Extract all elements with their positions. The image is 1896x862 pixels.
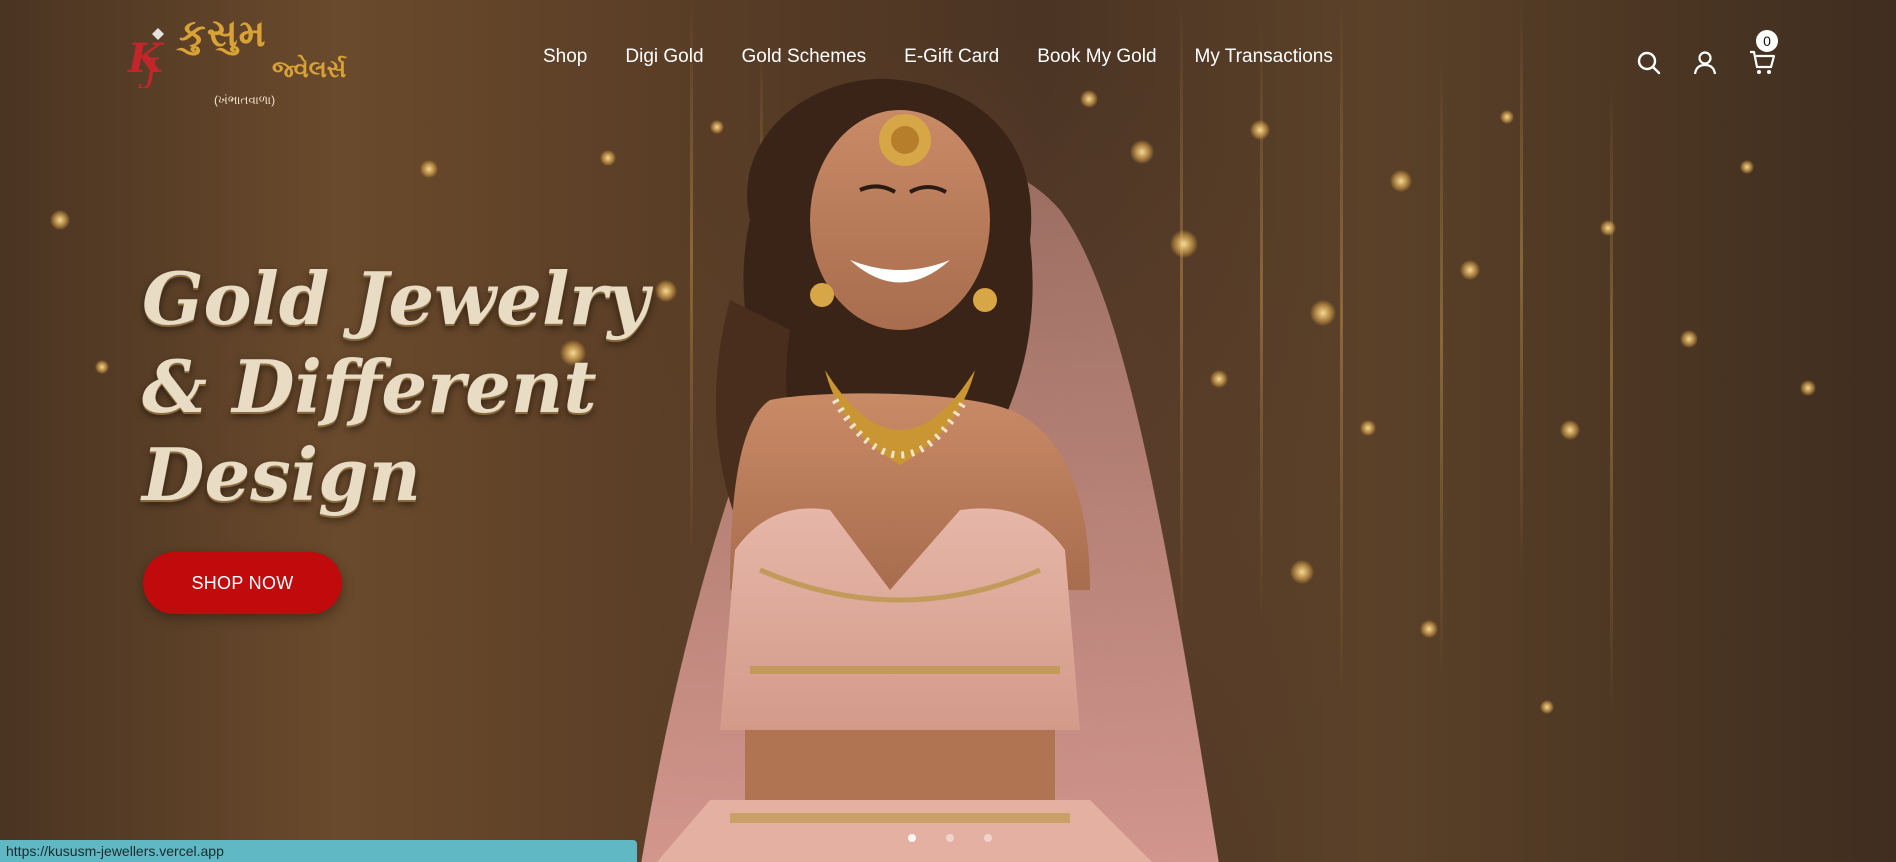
bokeh-streak bbox=[1440, 60, 1443, 680]
user-icon[interactable] bbox=[1692, 50, 1718, 76]
bokeh-light bbox=[1680, 330, 1698, 348]
bokeh-light bbox=[1360, 420, 1376, 436]
site-header: K J કુસુમ જ્વેલર્સ (ખંભાતવાળા) Shop Digi… bbox=[0, 0, 1896, 120]
bokeh-light bbox=[1540, 700, 1554, 714]
bokeh-light bbox=[1390, 170, 1412, 192]
brand-tagline: (ખંભાતવાળા) bbox=[214, 93, 276, 107]
hero-headline-line-2: & Different bbox=[142, 344, 597, 429]
bokeh-light bbox=[420, 160, 438, 178]
bokeh-light bbox=[50, 210, 70, 230]
nav-e-gift-card[interactable]: E-Gift Card bbox=[904, 46, 999, 68]
bokeh-light bbox=[1560, 420, 1580, 440]
nav-book-my-gold[interactable]: Book My Gold bbox=[1037, 46, 1156, 68]
status-bar-url: https://kususm-jewellers.vercel.app bbox=[0, 840, 637, 862]
carousel-dot-1[interactable] bbox=[908, 834, 916, 842]
bokeh-light bbox=[1460, 260, 1480, 280]
model-photo bbox=[641, 78, 1219, 862]
search-icon[interactable] bbox=[1636, 50, 1662, 76]
bokeh-light bbox=[1800, 380, 1816, 396]
hero-headline-line-3: Design bbox=[142, 432, 421, 517]
carousel-dots bbox=[908, 834, 992, 842]
brand-subtitle: જ્વેલર્સ bbox=[272, 54, 347, 83]
cart-count-badge: 0 bbox=[1756, 30, 1778, 52]
bokeh-light bbox=[95, 360, 109, 374]
shop-now-button[interactable]: SHOP NOW bbox=[143, 552, 342, 614]
monogram-logo-icon: K J bbox=[127, 28, 165, 88]
nav-digi-gold[interactable]: Digi Gold bbox=[625, 46, 703, 68]
carousel-dot-2[interactable] bbox=[946, 834, 954, 842]
hero-headline: Gold Jewelry & Different Design bbox=[142, 255, 662, 519]
nav-shop[interactable]: Shop bbox=[543, 46, 587, 68]
hero-headline-line-1: Gold Jewelry bbox=[142, 256, 650, 341]
nav-gold-schemes[interactable]: Gold Schemes bbox=[742, 46, 867, 68]
brand-name: કુસુમ bbox=[179, 10, 267, 55]
bokeh-light bbox=[1600, 220, 1616, 236]
header-actions bbox=[1636, 44, 1776, 84]
bokeh-light bbox=[1420, 620, 1438, 638]
main-nav: Shop Digi Gold Gold Schemes E-Gift Card … bbox=[543, 46, 1371, 68]
carousel-dot-3[interactable] bbox=[984, 834, 992, 842]
nav-my-transactions[interactable]: My Transactions bbox=[1195, 46, 1333, 68]
cart-icon[interactable] bbox=[1748, 48, 1776, 76]
bokeh-light bbox=[1740, 160, 1754, 174]
bokeh-streak bbox=[1610, 80, 1613, 720]
brand-logo[interactable]: K J કુસુમ જ્વેલર્સ (ખંભાતવાળા) bbox=[124, 10, 384, 110]
